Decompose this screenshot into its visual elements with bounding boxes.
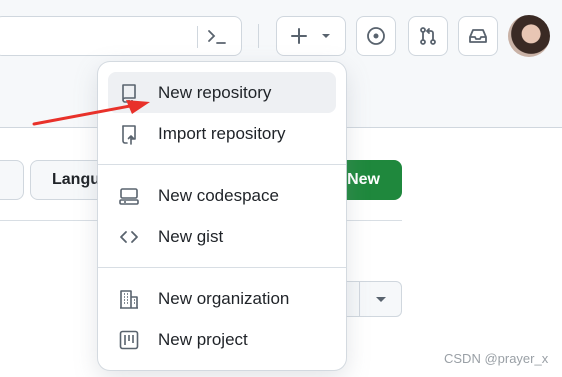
annotation-arrow-icon bbox=[32, 100, 150, 126]
user-avatar[interactable] bbox=[508, 15, 550, 57]
menu-item-label: New repository bbox=[158, 82, 272, 102]
issues-icon bbox=[367, 27, 385, 45]
menu-divider bbox=[98, 164, 346, 165]
inbox-button[interactable] bbox=[458, 16, 498, 56]
menu-item-label: New project bbox=[158, 329, 248, 349]
menu-item-label: New codespace bbox=[158, 185, 279, 205]
search-divider bbox=[197, 26, 198, 48]
project-icon bbox=[119, 330, 139, 349]
filter-button[interactable] bbox=[0, 160, 24, 200]
menu-item-label: Import repository bbox=[158, 123, 286, 143]
menu-divider bbox=[98, 267, 346, 268]
menu-item-label: New organization bbox=[158, 288, 290, 308]
watermark: CSDN @prayer_x bbox=[444, 351, 549, 366]
menu-item-new-gist[interactable]: New gist bbox=[108, 216, 336, 257]
menu-item-label: New gist bbox=[158, 226, 224, 246]
pull-requests-icon bbox=[420, 27, 436, 45]
command-palette-icon[interactable] bbox=[205, 25, 229, 49]
code-icon bbox=[120, 230, 138, 243]
plus-icon bbox=[291, 28, 307, 44]
organization-icon bbox=[120, 289, 138, 309]
menu-item-new-codespace[interactable]: New codespace bbox=[108, 175, 336, 216]
menu-item-new-organization[interactable]: New organization bbox=[108, 278, 336, 319]
issues-button[interactable] bbox=[356, 16, 396, 56]
inbox-icon bbox=[469, 29, 487, 43]
codespaces-icon bbox=[119, 187, 139, 205]
search-input[interactable] bbox=[0, 16, 242, 56]
pull-requests-button[interactable] bbox=[408, 16, 448, 56]
sort-separator bbox=[359, 282, 360, 316]
header-separator bbox=[258, 24, 259, 48]
chevron-down-icon bbox=[322, 34, 330, 38]
create-new-button[interactable] bbox=[276, 16, 346, 56]
chevron-down-icon bbox=[376, 297, 386, 302]
menu-item-new-project[interactable]: New project bbox=[108, 319, 336, 360]
